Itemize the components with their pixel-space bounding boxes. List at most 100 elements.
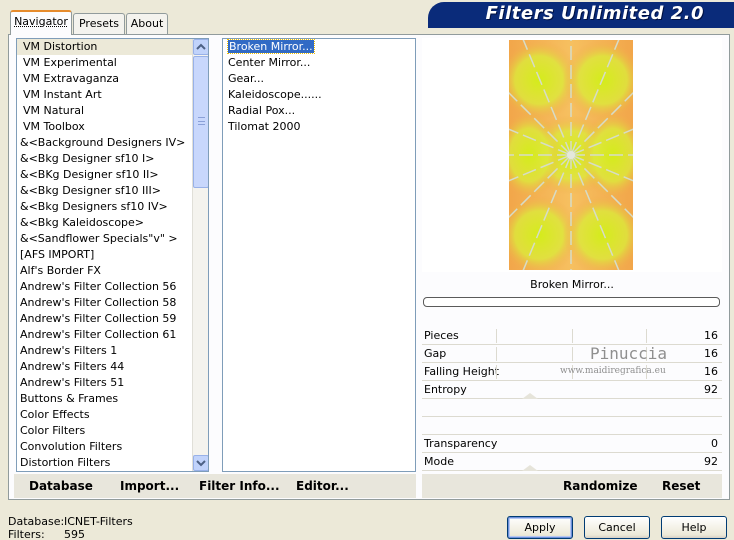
filter-item[interactable]: Center Mirror... [223,55,415,71]
category-item[interactable]: Alf's Border FX [17,263,208,279]
category-item[interactable]: VM Instant Art [17,87,208,103]
filter-item-label: Center Mirror... [228,56,311,69]
category-item[interactable]: Andrew's Filters 1 [17,343,208,359]
grip-icon [198,117,205,125]
parameter-list: Pieces 16 Gap 16 Falling Height 16 Entro… [422,327,722,471]
category-list[interactable]: VM Distortion VM Experimental VM Extravaga… [16,38,209,472]
category-item[interactable]: &<Bkg Designers sf10 IV> [17,199,208,215]
database-value: ICNET-Filters [64,515,133,528]
category-item[interactable]: Andrew's Filters 44 [17,359,208,375]
slider-tick [646,329,647,343]
slider-tick [646,347,647,361]
category-item[interactable]: &<BKg Designer sf10 II> [17,167,208,183]
param-transparency[interactable]: Transparency 0 [422,435,722,453]
param-mode[interactable]: Mode 92 [422,453,722,471]
reset-button[interactable]: Reset [662,479,700,493]
database-button[interactable]: Database [29,479,93,493]
slider-tick [496,329,497,343]
preview-area [422,38,722,272]
help-button[interactable]: Help [661,516,727,539]
banner-title: Filters Unlimited 2.0 [485,3,704,24]
right-toolbar: Randomize Reset [422,474,722,498]
category-item[interactable]: Distortion Filters [17,455,208,471]
category-item[interactable]: Color Filters [17,423,208,439]
category-item[interactable]: &<Bkg Designer sf10 I> [17,151,208,167]
filter-item[interactable]: Tilomat 2000 [223,119,415,135]
filter-item-label: Tilomat 2000 [228,120,301,133]
category-item[interactable]: Buttons & Frames [17,391,208,407]
param-label: Gap [424,347,447,360]
filter-info-button[interactable]: Filter Info... [199,479,280,493]
slider-tick [572,347,573,361]
category-item[interactable]: VM Distortion [17,39,208,55]
filter-item-label: Radial Pox... [228,104,296,117]
left-toolbar: Database Import... Filter Info... Editor… [14,474,416,498]
filter-item[interactable]: Kaleidoscope...... [223,87,415,103]
category-item[interactable]: Andrew's Filter Collection 58 [17,295,208,311]
category-item[interactable]: VM Natural [17,103,208,119]
chevron-down-icon [196,460,206,467]
tab-about[interactable]: About [126,13,168,34]
param-value: 92 [704,455,718,468]
category-item[interactable]: &<Sandflower Specials"v" > [17,231,208,247]
category-item[interactable]: Andrew's Filters 51 [17,375,208,391]
category-item[interactable]: [AFS IMPORT] [17,247,208,263]
tab-presets[interactable]: Presets [73,13,125,34]
param-value: 16 [704,347,718,360]
param-label: Transparency [424,437,498,450]
filter-items: Broken Mirror... Center Mirror... Gear... K… [223,39,415,135]
category-item[interactable]: Andrew's Filter Collection 61 [17,327,208,343]
preview-image [509,40,633,270]
category-item[interactable]: VM Extravaganza [17,71,208,87]
slider-marker [522,465,538,471]
randomize-button[interactable]: Randomize [563,479,637,493]
category-scrollbar[interactable] [192,39,208,471]
param-value: 16 [704,365,718,378]
category-item[interactable]: &<Bkg Kaleidoscope> [17,215,208,231]
status-info: Database:ICNET-Filters Filters: 595 [8,515,133,540]
filter-item[interactable]: Radial Pox... [223,103,415,119]
slider-tick [646,365,647,379]
category-item[interactable]: VM Toolbox [17,119,208,135]
filter-item[interactable]: Gear... [223,71,415,87]
slider-marker [522,393,538,399]
category-item[interactable]: &<Background Designers IV> [17,135,208,151]
category-item[interactable]: Andrew's Filter Collection 56 [17,279,208,295]
editor-button[interactable]: Editor... [296,479,349,493]
param-empty [422,417,722,435]
filter-item-label: Broken Mirror... [227,39,315,54]
slider-tick [572,365,573,379]
category-item[interactable]: Color Effects [17,407,208,423]
filters-unlimited-banner: Filters Unlimited 2.0 [428,2,734,28]
slider-tick [572,329,573,343]
category-item[interactable]: VM Experimental [17,55,208,71]
tab-navigator[interactable]: Navigator [10,10,72,35]
progress-bar [423,297,720,307]
category-item[interactable]: Andrew's Filter Collection 59 [17,311,208,327]
slider-tick [496,365,497,379]
category-items: VM Distortion VM Experimental VM Extravaga… [17,39,208,471]
cancel-button[interactable]: Cancel [584,516,650,539]
param-label: Falling Height [424,365,500,378]
param-value: 0 [711,437,718,450]
filter-item[interactable]: Broken Mirror... [223,39,415,55]
apply-button[interactable]: Apply [507,516,573,539]
slider-tick [496,347,497,361]
category-item[interactable]: &<Bkg Designer sf10 III> [17,183,208,199]
chevron-up-icon [196,43,206,50]
import-button[interactable]: Import... [120,479,179,493]
category-item[interactable]: Convolution Filters [17,439,208,455]
filters-label: Filters: [8,528,45,540]
param-gap[interactable]: Gap 16 [422,345,722,363]
param-falling-height[interactable]: Falling Height 16 [422,363,722,381]
scroll-down-button[interactable] [193,455,208,471]
filter-item-label: Kaleidoscope...... [228,88,322,101]
scroll-thumb[interactable] [193,56,208,188]
filter-list[interactable]: Broken Mirror... Center Mirror... Gear... K… [222,38,416,472]
param-entropy[interactable]: Entropy 92 [422,381,722,399]
param-pieces[interactable]: Pieces 16 [422,327,722,345]
param-label: Mode [424,455,454,468]
preview-filter-name: Broken Mirror... [530,278,614,291]
filter-item-label: Gear... [228,72,265,85]
scroll-up-button[interactable] [193,39,208,55]
